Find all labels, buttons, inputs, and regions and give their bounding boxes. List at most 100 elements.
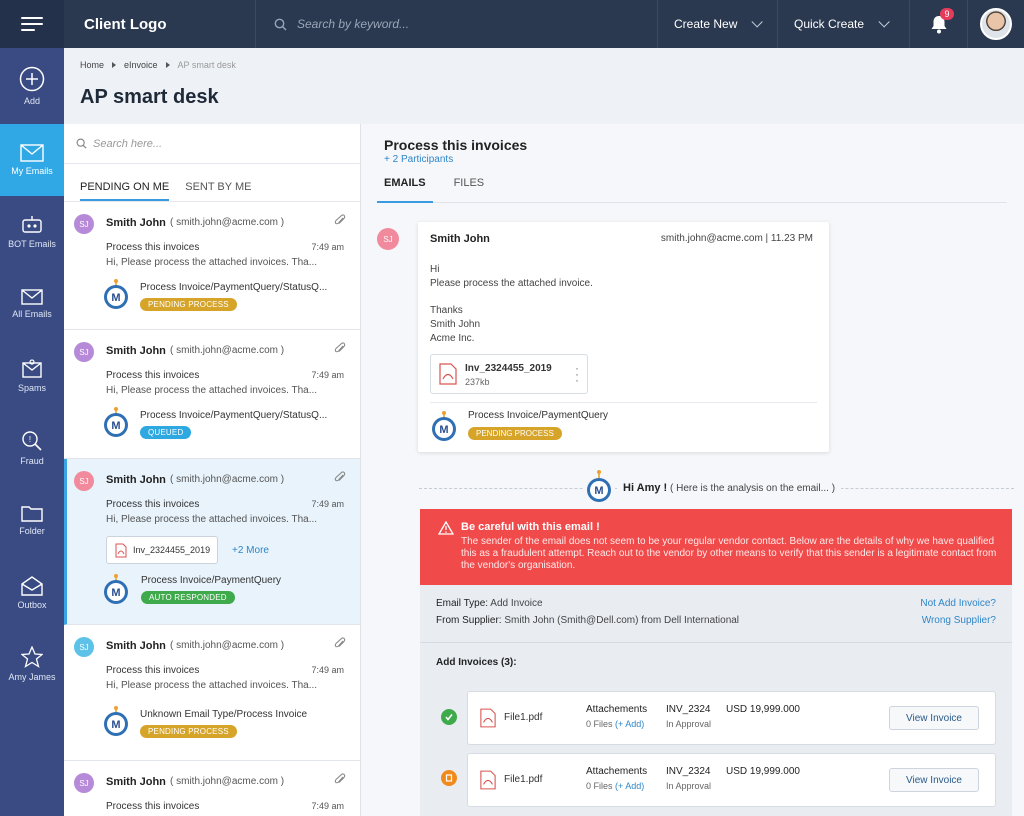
email-process-type: Process Invoice/PaymentQuery/StatusQ... — [140, 410, 328, 421]
wrong-supplier-link[interactable]: Wrong Supplier? — [922, 615, 996, 626]
more-options-icon[interactable]: · · · — [575, 362, 579, 386]
nav-bot-emails[interactable]: BOT Emails — [0, 196, 64, 268]
list-item[interactable]: SJ Smith John ( smith.john@acme.com ) Pr… — [64, 761, 360, 816]
svg-text:M: M — [439, 424, 448, 436]
message-sender-name: Smith John — [430, 233, 490, 245]
message-line: Thanks — [430, 305, 463, 316]
notification-badge: 9 — [940, 8, 954, 20]
pdf-icon — [115, 543, 127, 557]
outbox-icon — [21, 576, 43, 596]
global-search[interactable]: Search by keyword... — [256, 0, 658, 48]
add-attachment-link[interactable]: (+ Add) — [615, 781, 644, 791]
notifications-button[interactable]: 9 — [910, 0, 968, 48]
email-type-label: Email Type: — [436, 598, 489, 609]
sender-name: Smith John — [106, 217, 166, 229]
sender-email: ( smith.john@acme.com ) — [170, 345, 285, 356]
page-header: Home eInvoice AP smart desk AP smart des… — [64, 48, 1024, 124]
tab-pending-on-me[interactable]: PENDING ON ME — [80, 181, 170, 201]
participants-link[interactable]: + 2 Participants — [384, 154, 453, 165]
invoice-file-name[interactable]: File1.pdf — [504, 774, 542, 785]
paperclip-icon — [334, 342, 346, 353]
nav-my-emails[interactable]: My Emails — [0, 124, 64, 196]
folder-icon — [21, 506, 43, 522]
add-invoices-heading: Add Invoices (3): — [436, 657, 517, 668]
pdf-icon — [480, 708, 496, 728]
attachment-chip[interactable]: Inv_2324455_2019 — [106, 536, 218, 564]
breadcrumb-einvoice[interactable]: eInvoice — [124, 60, 158, 70]
sender-avatar: SJ — [74, 773, 94, 793]
invoice-number: INV_2324 — [666, 766, 711, 777]
chevron-down-icon — [751, 16, 764, 28]
message-card: Smith John smith.john@acme.com | 11.23 P… — [418, 222, 829, 452]
pdf-icon — [439, 363, 457, 385]
approved-check-icon — [441, 709, 457, 725]
envelope-icon — [20, 144, 44, 162]
nav-fraud[interactable]: ! Fraud — [0, 412, 64, 484]
bot-icon: M — [104, 279, 128, 309]
magnifier-alert-icon: ! — [22, 431, 42, 451]
invoice-file-name[interactable]: File1.pdf — [504, 712, 542, 723]
breadcrumb-home[interactable]: Home — [80, 60, 104, 70]
invoice-state: In Approval — [666, 719, 712, 729]
bot-icon: M — [583, 469, 615, 503]
nav-spams[interactable]: Spams — [0, 340, 64, 412]
page-title: AP smart desk — [80, 86, 219, 108]
invoice-row: File1.pdf Attachements 0 Files (+ Add) I… — [467, 691, 996, 745]
tab-sent-by-me[interactable]: SENT BY ME — [185, 181, 251, 201]
view-invoice-button[interactable]: View Invoice — [889, 706, 979, 730]
email-time: 7:49 am — [311, 801, 344, 811]
list-search-input[interactable]: Search here... — [64, 124, 360, 164]
quick-create-dropdown[interactable]: Quick Create — [778, 0, 910, 48]
message-line: Hi — [430, 264, 440, 275]
tab-emails[interactable]: EMAILS — [377, 177, 433, 203]
message-attachment[interactable]: Inv_2324455_2019 237kb · · · — [430, 354, 588, 394]
bot-icon: M — [104, 574, 128, 604]
user-avatar[interactable] — [968, 0, 1024, 48]
create-new-dropdown[interactable]: Create New — [658, 0, 778, 48]
attachments-count: 0 Files (+ Add) — [586, 719, 644, 729]
email-type-value: Add Invoice — [490, 598, 543, 609]
breadcrumb-separator-icon — [112, 62, 117, 68]
invoice-amount: USD 19,999.000 — [726, 704, 800, 715]
sender-avatar: SJ — [74, 214, 94, 234]
attachments-files: 0 Files — [586, 719, 613, 729]
sender-email: ( smith.john@acme.com ) — [170, 474, 285, 485]
sender-name: Smith John — [106, 640, 166, 652]
add-attachment-link[interactable]: (+ Add) — [615, 719, 644, 729]
message-sender-avatar: SJ — [377, 228, 399, 250]
invoice-state: In Approval — [666, 781, 712, 791]
svg-text:M: M — [111, 420, 120, 432]
email-preview: Hi, Please process the attached invoices… — [106, 514, 318, 525]
sender-avatar: SJ — [74, 471, 94, 491]
list-item[interactable]: SJ Smith John ( smith.john@acme.com ) Pr… — [64, 625, 360, 761]
more-attachments-link[interactable]: +2 More — [232, 545, 269, 556]
attachment-name: Inv_2324455_2019 — [465, 363, 552, 374]
not-add-invoice-link[interactable]: Not Add Invoice? — [920, 598, 996, 609]
list-item-selected[interactable]: SJ Smith John ( smith.john@acme.com ) Pr… — [64, 459, 360, 625]
email-subject: Process this invoices — [106, 242, 200, 253]
view-invoice-button[interactable]: View Invoice — [889, 768, 979, 792]
nav-add[interactable]: Add — [0, 48, 64, 124]
menu-button[interactable] — [0, 0, 64, 48]
email-preview: Hi, Please process the attached invoices… — [106, 385, 318, 396]
tab-files[interactable]: FILES — [447, 177, 492, 203]
list-item[interactable]: SJ Smith John ( smith.john@acme.com ) Pr… — [64, 202, 360, 330]
status-badge: AUTO RESPONDED — [141, 591, 235, 604]
nav-folder[interactable]: Folder — [0, 484, 64, 556]
nav-amy-james-label: Amy James — [8, 672, 56, 682]
nav-all-emails[interactable]: All Emails — [0, 268, 64, 340]
supplier-value: Smith John (Smith@Dell.com) from Dell In… — [504, 615, 740, 626]
nav-outbox[interactable]: Outbox — [0, 556, 64, 628]
bot-icon: M — [104, 407, 128, 437]
list-item[interactable]: SJ Smith John ( smith.john@acme.com ) Pr… — [64, 330, 360, 459]
email-list-pane: Search here... PENDING ON ME SENT BY ME … — [64, 124, 361, 816]
svg-text:M: M — [594, 485, 603, 497]
global-search-placeholder: Search by keyword... — [297, 17, 410, 31]
nav-outbox-label: Outbox — [17, 600, 47, 610]
nav-amy-james[interactable]: Amy James — [0, 628, 64, 700]
plus-circle-icon — [19, 66, 45, 92]
attachments-files: 0 Files — [586, 781, 613, 791]
assistant-greeting: Hi Amy ! ( Here is the analysis on the e… — [617, 482, 842, 494]
paperclip-icon — [334, 214, 346, 225]
search-icon — [274, 18, 287, 30]
